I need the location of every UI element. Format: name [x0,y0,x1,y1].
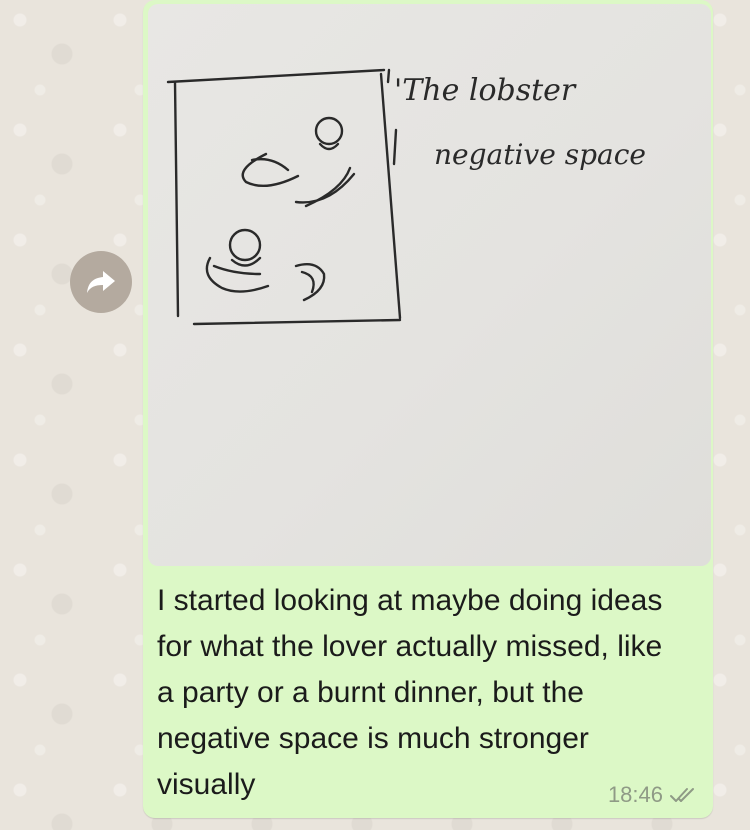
message-meta: 18:46 [608,782,699,808]
message-text: I started looking at maybe doing ideas f… [157,584,663,801]
double-check-icon [669,785,699,805]
message-timestamp: 18:46 [607,782,663,807]
message-bubble[interactable]: 'The lobster negative space I started lo… [143,0,713,818]
forward-arrow-icon [85,268,117,296]
forward-button[interactable] [70,251,132,313]
message-photo[interactable]: 'The lobster negative space [148,4,711,566]
photo-annotation-subtitle: negative space [434,138,646,171]
photo-annotation-title: 'The lobster [394,73,577,108]
